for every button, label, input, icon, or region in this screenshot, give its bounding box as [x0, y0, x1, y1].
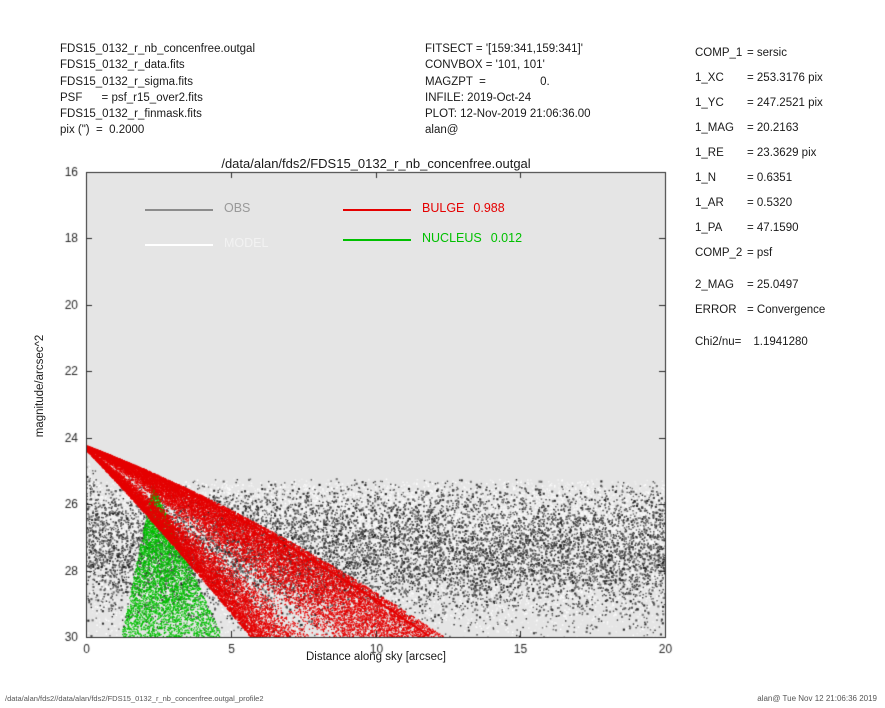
legend-label-bulge: BULGE: [422, 201, 465, 215]
legend-label-model: MODEL: [224, 236, 269, 250]
y-axis-label: magnitude/arcsec^2: [34, 334, 46, 438]
legend-item-nucleus: NUCLEUS 0.012: [422, 231, 522, 245]
legend-fraction-nucleus: 0.012: [490, 231, 523, 245]
legend-item-bulge: BULGE 0.988: [422, 201, 505, 215]
legend-label-nucleus: NUCLEUS: [422, 231, 482, 245]
footer-timestamp: alan@ Tue Nov 12 21:06:36 2019: [757, 694, 877, 703]
legend-item-obs: OBS: [224, 201, 250, 215]
legend-line-obs: [145, 209, 213, 211]
legend-line-model: [145, 244, 213, 246]
plot-page: FDS15_0132_r_nb_concenfree.outgalFDS15_0…: [0, 0, 885, 708]
legend-label-obs: OBS: [224, 201, 251, 215]
legend-line-bulge: [343, 209, 411, 211]
profile-plot: /data/alan/fds2/FDS15_0132_r_nb_concenfr…: [0, 0, 885, 708]
x-axis-label: Distance along sky [arcsec]: [306, 651, 446, 663]
footer-path: /data/alan/fds2//data/alan/fds2/FDS15_01…: [5, 694, 264, 703]
plot-canvas: [0, 0, 885, 708]
legend-fraction-bulge: 0.988: [473, 201, 505, 215]
legend-line-nucleus: [343, 239, 411, 241]
legend-item-model: MODEL: [224, 236, 268, 250]
